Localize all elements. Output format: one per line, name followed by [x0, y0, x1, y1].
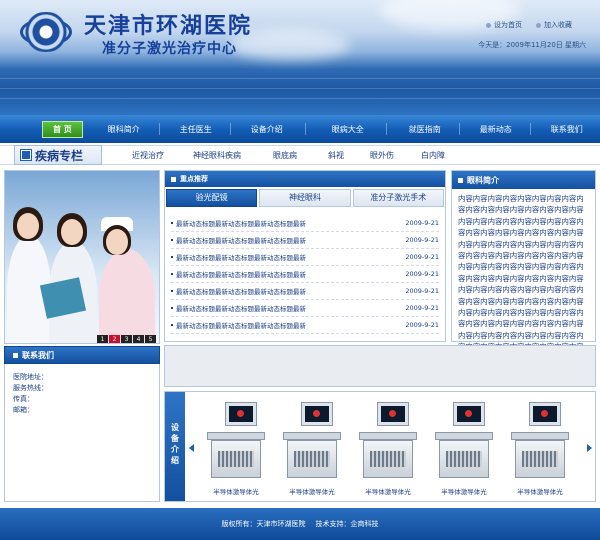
bullet-icon: [171, 273, 173, 275]
contact-fax: 传真：: [13, 395, 34, 403]
square-bullet-icon: [171, 176, 176, 182]
bullet-icon: [171, 290, 173, 292]
featured-header: 重点推荐: [165, 171, 445, 187]
pager-1[interactable]: 1: [97, 335, 108, 343]
nav-eye-intro[interactable]: 眼科简介: [99, 124, 149, 135]
tab-neuro-ophthalmology[interactable]: 神经眼科: [259, 189, 351, 207]
bullet-icon: [171, 239, 173, 241]
bullet-icon: [171, 256, 173, 258]
add-favorite-link[interactable]: 加入收藏: [536, 20, 572, 30]
bullet-icon: [171, 307, 173, 309]
tab-excimer-laser[interactable]: 准分子激光手术: [352, 189, 444, 207]
equipment-item[interactable]: 半导体激导体光: [279, 402, 345, 496]
ad-banner-placeholder: [164, 345, 596, 387]
equipment-panel: 设备介绍 半导体激导体光 半导体激导体光 半导体激导体光 半导体激导体光 半导体…: [164, 391, 596, 502]
laser-machine-icon: [363, 440, 413, 478]
equipment-item[interactable]: 半导体激导体光: [507, 402, 573, 496]
laser-machine-icon: [515, 440, 565, 478]
nav-contact[interactable]: 联系我们: [543, 124, 591, 135]
news-tabs: 验光配镜 神经眼科 准分子激光手术: [165, 189, 445, 207]
square-bullet-icon: [13, 352, 18, 358]
subnav-strabismus[interactable]: 斜视: [328, 150, 344, 161]
nav-equipment[interactable]: 设备介绍: [243, 124, 291, 135]
list-item[interactable]: 最新动态标题最新动态标题最新动态标题最新 2009-9-21: [171, 283, 439, 300]
square-icon: [20, 149, 32, 161]
pager-4[interactable]: 4: [133, 335, 144, 343]
contact-header: 联系我们: [4, 346, 160, 364]
equipment-item[interactable]: 半导体激导体光: [203, 402, 269, 496]
nav-guide[interactable]: 就医指南: [401, 124, 449, 135]
monitor-icon: [377, 402, 409, 426]
nav-news[interactable]: 最新动态: [472, 124, 520, 135]
equipment-item[interactable]: 半导体激导体光: [355, 402, 421, 496]
subnav-eye-injury[interactable]: 眼外伤: [370, 150, 394, 161]
footer-copyright: 版权所有：天津市环湖医院: [221, 520, 306, 528]
site-title: 天津市环湖医院: [84, 13, 253, 39]
bullet-icon: [171, 324, 173, 326]
main-nav: 首 页 眼科简介 主任医生 设备介绍 眼病大全 就医指南 最新动态 联系我们: [0, 115, 600, 143]
top-links: 设为首页 加入收藏: [486, 20, 572, 30]
bullet-icon: [171, 222, 173, 224]
featured-news-panel: 重点推荐 验光配镜 神经眼科 准分子激光手术 最新动态标题最新动态标题最新动态标…: [164, 170, 446, 342]
nav-eye-diseases[interactable]: 眼病大全: [324, 124, 372, 135]
footer: 版权所有：天津市环湖医院 技术支持：企商科技: [0, 508, 600, 540]
equipment-item[interactable]: 半导体激导体光: [431, 402, 497, 496]
contact-email: 邮箱：: [13, 406, 34, 414]
pager-2[interactable]: 2: [109, 335, 120, 343]
square-bullet-icon: [458, 177, 463, 183]
news-list: 最新动态标题最新动态标题最新动态标题最新 2009-9-21 最新动态标题最新动态…: [165, 207, 445, 334]
scroll-right-icon[interactable]: [587, 444, 592, 452]
pager-5[interactable]: 5: [145, 335, 156, 343]
laser-machine-icon: [439, 440, 489, 478]
equipment-label: 设备介绍: [165, 392, 185, 501]
disease-column-label: 疾病专栏: [14, 145, 102, 165]
monitor-icon: [301, 402, 333, 426]
list-item[interactable]: 最新动态标题最新动态标题最新动态标题最新 2009-9-21: [171, 215, 439, 232]
header-banner: 天津市环湖医院 准分子激光治疗中心 设为首页 加入收藏 今天是：2009年11月…: [0, 0, 600, 115]
list-item[interactable]: 最新动态标题最新动态标题最新动态标题最新 2009-9-21: [171, 317, 439, 334]
current-date: 今天是：2009年11月20日 星期六: [478, 41, 586, 49]
set-homepage-link[interactable]: 设为首页: [486, 20, 522, 30]
nav-chief-doctor[interactable]: 主任医生: [172, 124, 220, 135]
nurses-photo: 1 2 3 4 5: [4, 170, 160, 344]
laser-machine-icon: [287, 440, 337, 478]
pager-3[interactable]: 3: [121, 335, 132, 343]
contact-panel: 医院地址： 服务热线： 传真： 邮箱：: [4, 364, 160, 502]
subnav-neuro-eye[interactable]: 神经眼科疾病: [193, 150, 241, 161]
scroll-left-icon[interactable]: [189, 444, 194, 452]
subnav-myopia[interactable]: 近视治疗: [132, 150, 164, 161]
slideshow-pager: 1 2 3 4 5: [97, 335, 156, 343]
subnav-cataract[interactable]: 白内障: [421, 150, 445, 161]
list-item[interactable]: 最新动态标题最新动态标题最新动态标题最新 2009-9-21: [171, 300, 439, 317]
list-item[interactable]: 最新动态标题最新动态标题最新动态标题最新 2009-9-21: [171, 249, 439, 266]
monitor-icon: [529, 402, 561, 426]
intro-header: 眼科简介: [452, 171, 595, 189]
laser-machine-icon: [211, 440, 261, 478]
list-item[interactable]: 最新动态标题最新动态标题最新动态标题最新 2009-9-21: [171, 232, 439, 249]
home-dot-icon: [486, 22, 491, 28]
list-item[interactable]: 最新动态标题最新动态标题最新动态标题最新 2009-9-21: [171, 266, 439, 283]
footer-support: 技术支持：企商科技: [315, 520, 379, 528]
contact-hotline: 服务热线：: [13, 384, 48, 392]
favorite-dot-icon: [536, 22, 541, 28]
department-intro-panel: 眼科简介 内容内容内容内容内容内容内容内容内容内容内容内容内容内容内容内容内容内…: [451, 170, 596, 386]
site-subtitle: 准分子激光治疗中心: [102, 41, 237, 57]
monitor-icon: [225, 402, 257, 426]
eye-logo-pupil-icon: [18, 12, 74, 52]
monitor-icon: [453, 402, 485, 426]
subnav-fundus[interactable]: 眼底病: [273, 150, 297, 161]
tab-optometry[interactable]: 验光配镜: [166, 189, 258, 207]
contact-address: 医院地址：: [13, 373, 48, 381]
nav-home[interactable]: 首 页: [42, 120, 83, 138]
